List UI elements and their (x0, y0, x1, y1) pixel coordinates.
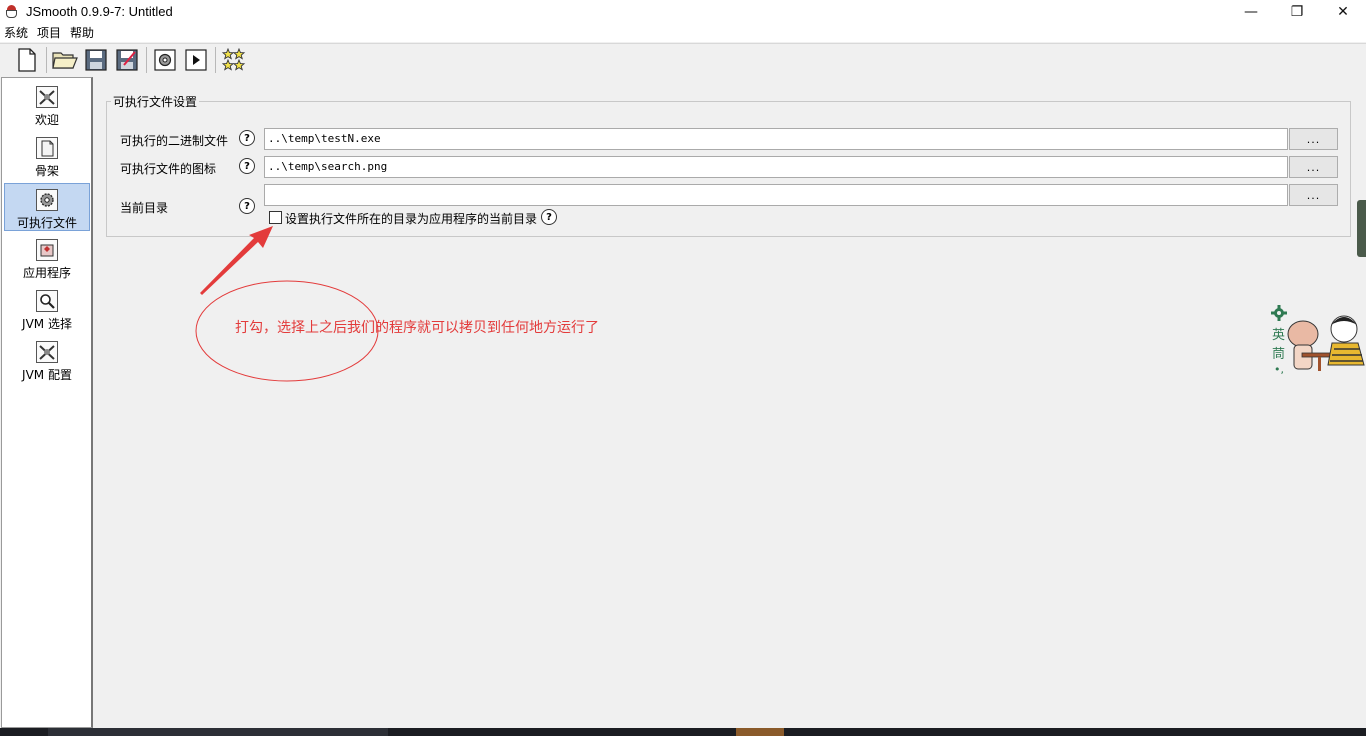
current-dir-help-icon[interactable]: ? (239, 198, 255, 214)
icon-path-input[interactable]: ..\temp\search.png (264, 156, 1288, 178)
open-button[interactable] (52, 47, 78, 73)
new-file-icon (18, 48, 36, 72)
current-dir-label: 当前目录 (120, 201, 169, 215)
application-icon (36, 239, 58, 261)
jsmooth-app-icon (4, 4, 20, 20)
set-current-dir-label: 设置执行文件所在的目录为应用程序的当前目录 (285, 212, 538, 226)
cartoon-head-left (1287, 320, 1319, 348)
icon-label: 可执行文件的图标 (120, 162, 217, 176)
cartoon-table-leg (1318, 357, 1321, 371)
compile-button[interactable] (152, 47, 178, 73)
window-controls: — ❐ ✕ (1228, 0, 1366, 23)
binary-label: 可执行的二进制文件 (120, 134, 229, 148)
sticker-char: •, (1274, 363, 1284, 376)
toolbar-separator (215, 47, 216, 73)
save-as-icon (116, 49, 138, 71)
minimize-button[interactable]: — (1228, 0, 1274, 23)
save-as-button[interactable] (114, 47, 140, 73)
annotation-text: 打勾，选择上之后我们的程序就可以拷贝到任何地方运行了 (235, 320, 599, 336)
sidebar-item-label: JVM 配置 (22, 368, 72, 382)
jvm-config-icon (36, 341, 58, 363)
toolbar-separator (146, 47, 147, 73)
menu-help[interactable]: 帮助 (70, 24, 94, 41)
new-file-button[interactable] (14, 47, 40, 73)
sidebar-item-jvm-config[interactable]: JVM 配置 (4, 336, 90, 384)
maximize-button[interactable]: ❐ (1274, 0, 1320, 23)
binary-help-icon[interactable]: ? (239, 130, 255, 146)
window-title: JSmooth 0.9.9-7: Untitled (26, 4, 173, 19)
save-button[interactable] (83, 47, 109, 73)
sidebar-item-skeleton[interactable]: 骨架 (4, 132, 90, 180)
menu-project[interactable]: 项目 (37, 24, 61, 41)
stars-icon (222, 48, 246, 71)
cartoon-body-right (1327, 342, 1365, 366)
sidebar-item-executable[interactable]: 可执行文件 (4, 183, 90, 231)
group-title: 可执行文件设置 (111, 93, 200, 110)
menu-bar: 系统 项目 帮助 (0, 23, 1366, 42)
icon-browse-button[interactable]: ... (1289, 156, 1338, 178)
save-icon (85, 49, 107, 71)
taskbar-segment[interactable] (48, 728, 388, 736)
open-folder-icon (52, 52, 78, 69)
toolbar (0, 43, 1366, 76)
cartoon-table (1301, 352, 1333, 358)
binary-path-input[interactable]: ..\temp\testN.exe (264, 128, 1288, 150)
menu-system[interactable]: 系统 (4, 24, 28, 41)
executable-settings-group: 可执行文件设置 可执行的二进制文件 ? ..\temp\testN.exe ..… (106, 93, 1351, 237)
sidebar-item-label: 欢迎 (34, 113, 59, 127)
executable-icon (36, 189, 58, 211)
cartoon-sticker: 英 茼 •, (1271, 305, 1365, 376)
sticker-char: 英 (1272, 328, 1285, 343)
close-button[interactable]: ✕ (1320, 0, 1366, 23)
jvm-select-icon (36, 290, 58, 312)
sidebar-item-jvm-select[interactable]: JVM 选择 (4, 285, 90, 333)
sidebar-item-application[interactable]: 应用程序 (4, 234, 90, 282)
welcome-icon (36, 86, 58, 108)
run-button[interactable] (183, 47, 209, 73)
current-dir-input[interactable] (264, 184, 1288, 206)
compile-icon (154, 49, 176, 71)
toolbar-separator (46, 47, 47, 73)
sidebar-item-label: 应用程序 (22, 266, 71, 280)
binary-browse-button[interactable]: ... (1289, 128, 1338, 150)
current-dir-browse-button[interactable]: ... (1289, 184, 1338, 206)
sidebar-item-label: 骨架 (34, 164, 59, 178)
stars-button[interactable] (221, 47, 247, 73)
title-bar: JSmooth 0.9.9-7: Untitled — ❐ ✕ (0, 0, 1366, 23)
skeleton-icon (36, 137, 58, 159)
sidebar-item-welcome[interactable]: 欢迎 (4, 81, 90, 129)
taskbar-segment[interactable] (736, 728, 784, 736)
sidebar-nav: 欢迎 骨架 可执行文件 应用程序 JVM 选择 JVM 配置 (1, 77, 93, 728)
set-current-dir-checkbox[interactable] (269, 211, 282, 224)
gear-icon (1271, 305, 1287, 321)
checkbox-help-icon[interactable]: ? (541, 209, 557, 225)
run-icon (185, 49, 207, 71)
sidebar-item-label: JVM 选择 (22, 317, 72, 331)
sticker-char: 茼 (1272, 347, 1285, 362)
icon-help-icon[interactable]: ? (239, 158, 255, 174)
sidebar-item-label: 可执行文件 (16, 216, 77, 230)
taskbar (0, 728, 1366, 736)
scroll-handle[interactable] (1357, 200, 1366, 257)
